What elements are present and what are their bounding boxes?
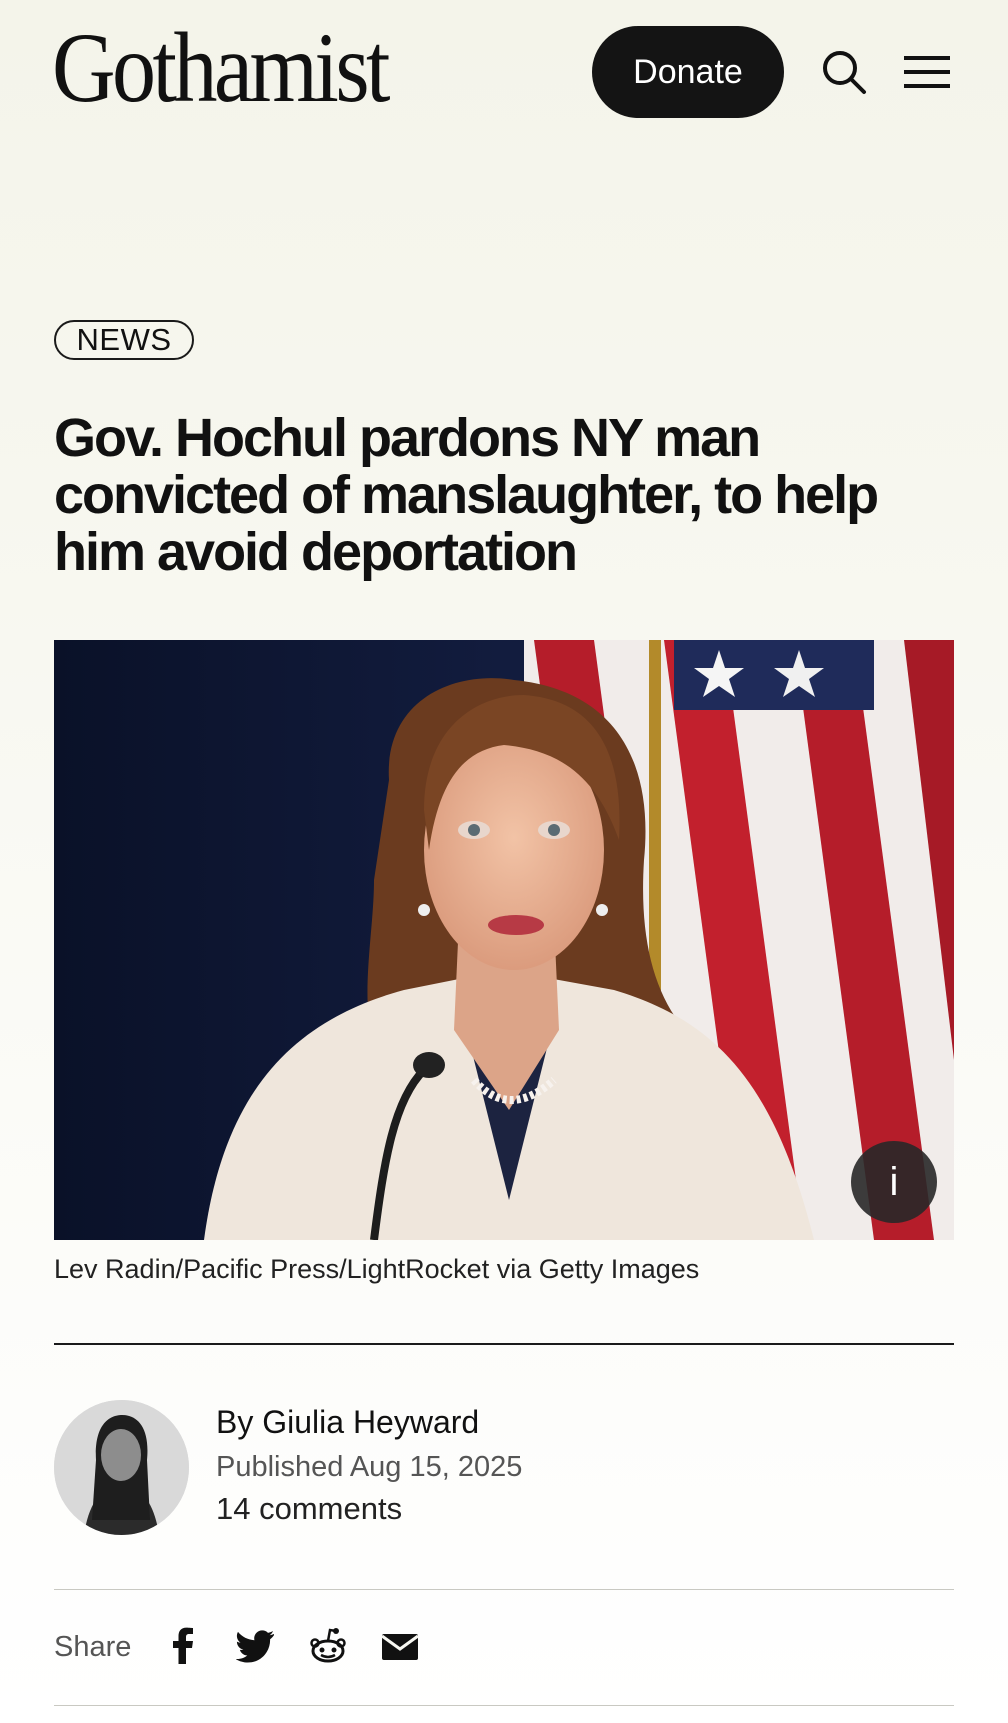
hamburger-menu-icon[interactable] [904,52,952,92]
photo-credit: Lev Radin/Pacific Press/LightRocket via … [54,1254,700,1284]
published-date: Published Aug 15, 2025 [216,1451,523,1483]
search-icon[interactable] [820,48,868,96]
twitter-icon[interactable] [236,1626,276,1666]
comments-link[interactable]: 14 comments [216,1491,402,1527]
divider [54,1705,954,1706]
divider [54,1589,954,1590]
author-byline[interactable]: By Giulia Heyward [216,1404,479,1441]
gothamist-logo[interactable]: Gothamist [52,18,390,118]
facebook-icon[interactable] [164,1626,204,1666]
article-hero-image[interactable] [54,640,954,1240]
share-label: Share [54,1631,132,1663]
reddit-icon[interactable] [308,1626,348,1666]
divider [54,1343,954,1345]
article-headline: Gov. Hochul pardons NY man convicted of … [54,408,879,582]
author-avatar[interactable] [54,1400,189,1535]
news-tag[interactable]: NEWS [54,320,194,360]
image-info-button[interactable]: i [851,1141,937,1223]
email-icon[interactable] [380,1626,420,1666]
donate-button[interactable]: Donate [592,26,784,118]
site-header: Gothamist Donate [0,0,1008,145]
